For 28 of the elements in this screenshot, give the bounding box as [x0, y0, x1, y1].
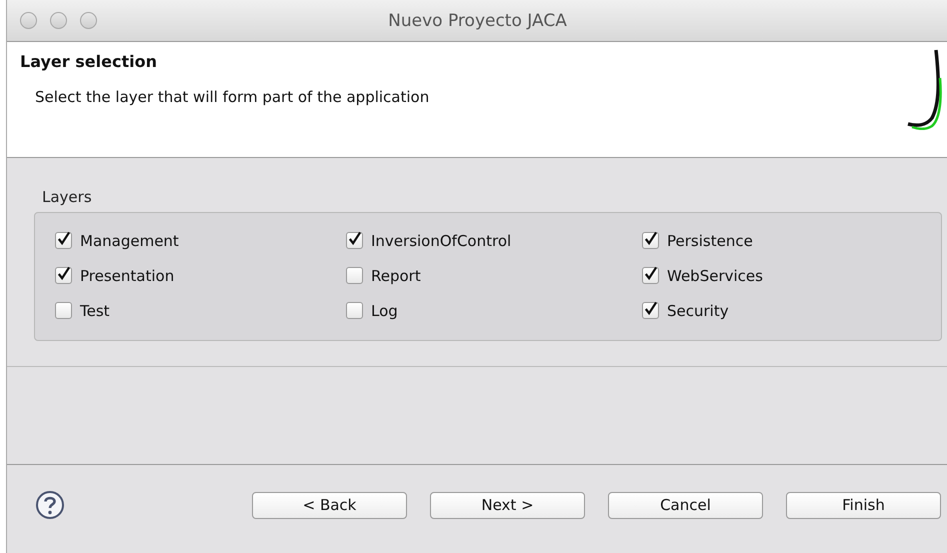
checkbox[interactable] — [55, 267, 72, 284]
checkbox[interactable] — [642, 302, 659, 319]
checkbox[interactable] — [642, 267, 659, 284]
checkbox[interactable] — [55, 232, 72, 249]
checkbox-label[interactable]: Report — [371, 266, 421, 284]
checkbox[interactable] — [642, 232, 659, 249]
checkbox-label[interactable]: Log — [371, 302, 398, 320]
checkbox-label[interactable]: Test — [80, 302, 110, 320]
checkbox-label[interactable]: WebServices — [667, 266, 763, 284]
checkbox-label[interactable]: Security — [667, 302, 729, 320]
checkbox-label[interactable]: Presentation — [80, 266, 174, 284]
checkbox[interactable] — [346, 302, 363, 319]
checkbox-label[interactable]: Persistence — [667, 232, 753, 250]
window-title: Nuevo Proyecto JACA — [388, 10, 567, 30]
dialog-button[interactable]: Next > — [430, 492, 585, 518]
help-icon[interactable] — [35, 490, 65, 520]
checkbox[interactable] — [346, 232, 363, 249]
dialog-button[interactable]: Finish — [786, 492, 941, 518]
page-title: Layer selection — [20, 52, 158, 71]
checkbox-label[interactable]: InversionOfControl — [371, 232, 512, 250]
logo-icon — [906, 48, 942, 130]
group-label: Layers — [41, 188, 92, 206]
checkbox-label[interactable]: Management — [80, 232, 179, 250]
checkbox[interactable] — [55, 302, 72, 319]
checkbox[interactable] — [346, 267, 363, 284]
page-description: Select the layer that will form part of the application — [34, 88, 430, 106]
dialog-button[interactable]: < Back — [252, 492, 407, 518]
dialog-button[interactable]: Cancel — [608, 492, 763, 518]
